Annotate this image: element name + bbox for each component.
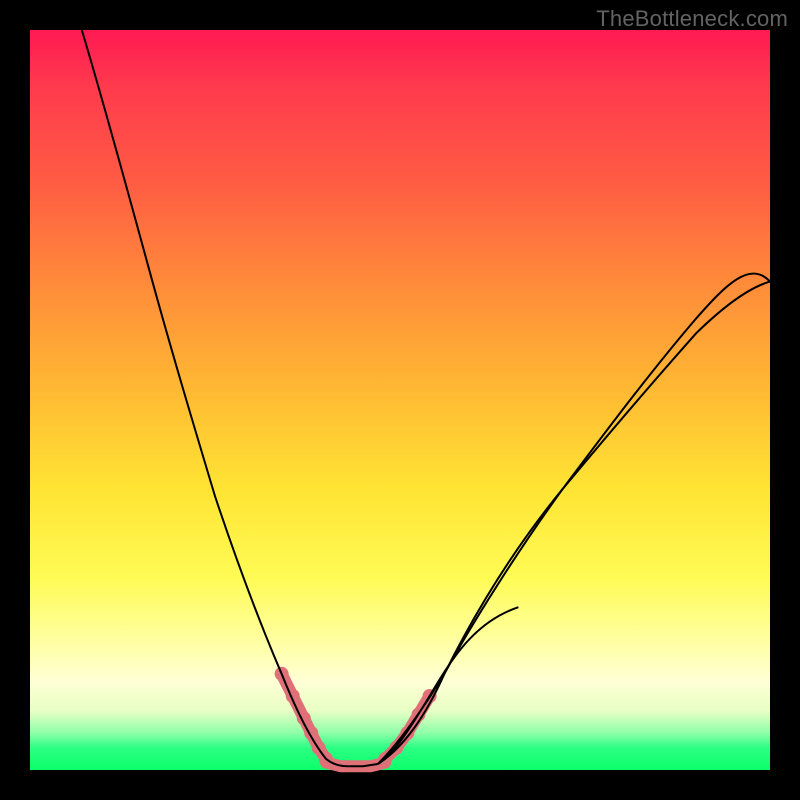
curve-left-branch [82, 30, 348, 766]
curve-svg [30, 30, 770, 770]
outer-black-frame: TheBottleneck.com [0, 0, 800, 800]
watermark-text: TheBottleneck.com [596, 6, 788, 32]
gradient-plot-area [30, 30, 770, 770]
curve-right-branch-clean [378, 282, 770, 764]
